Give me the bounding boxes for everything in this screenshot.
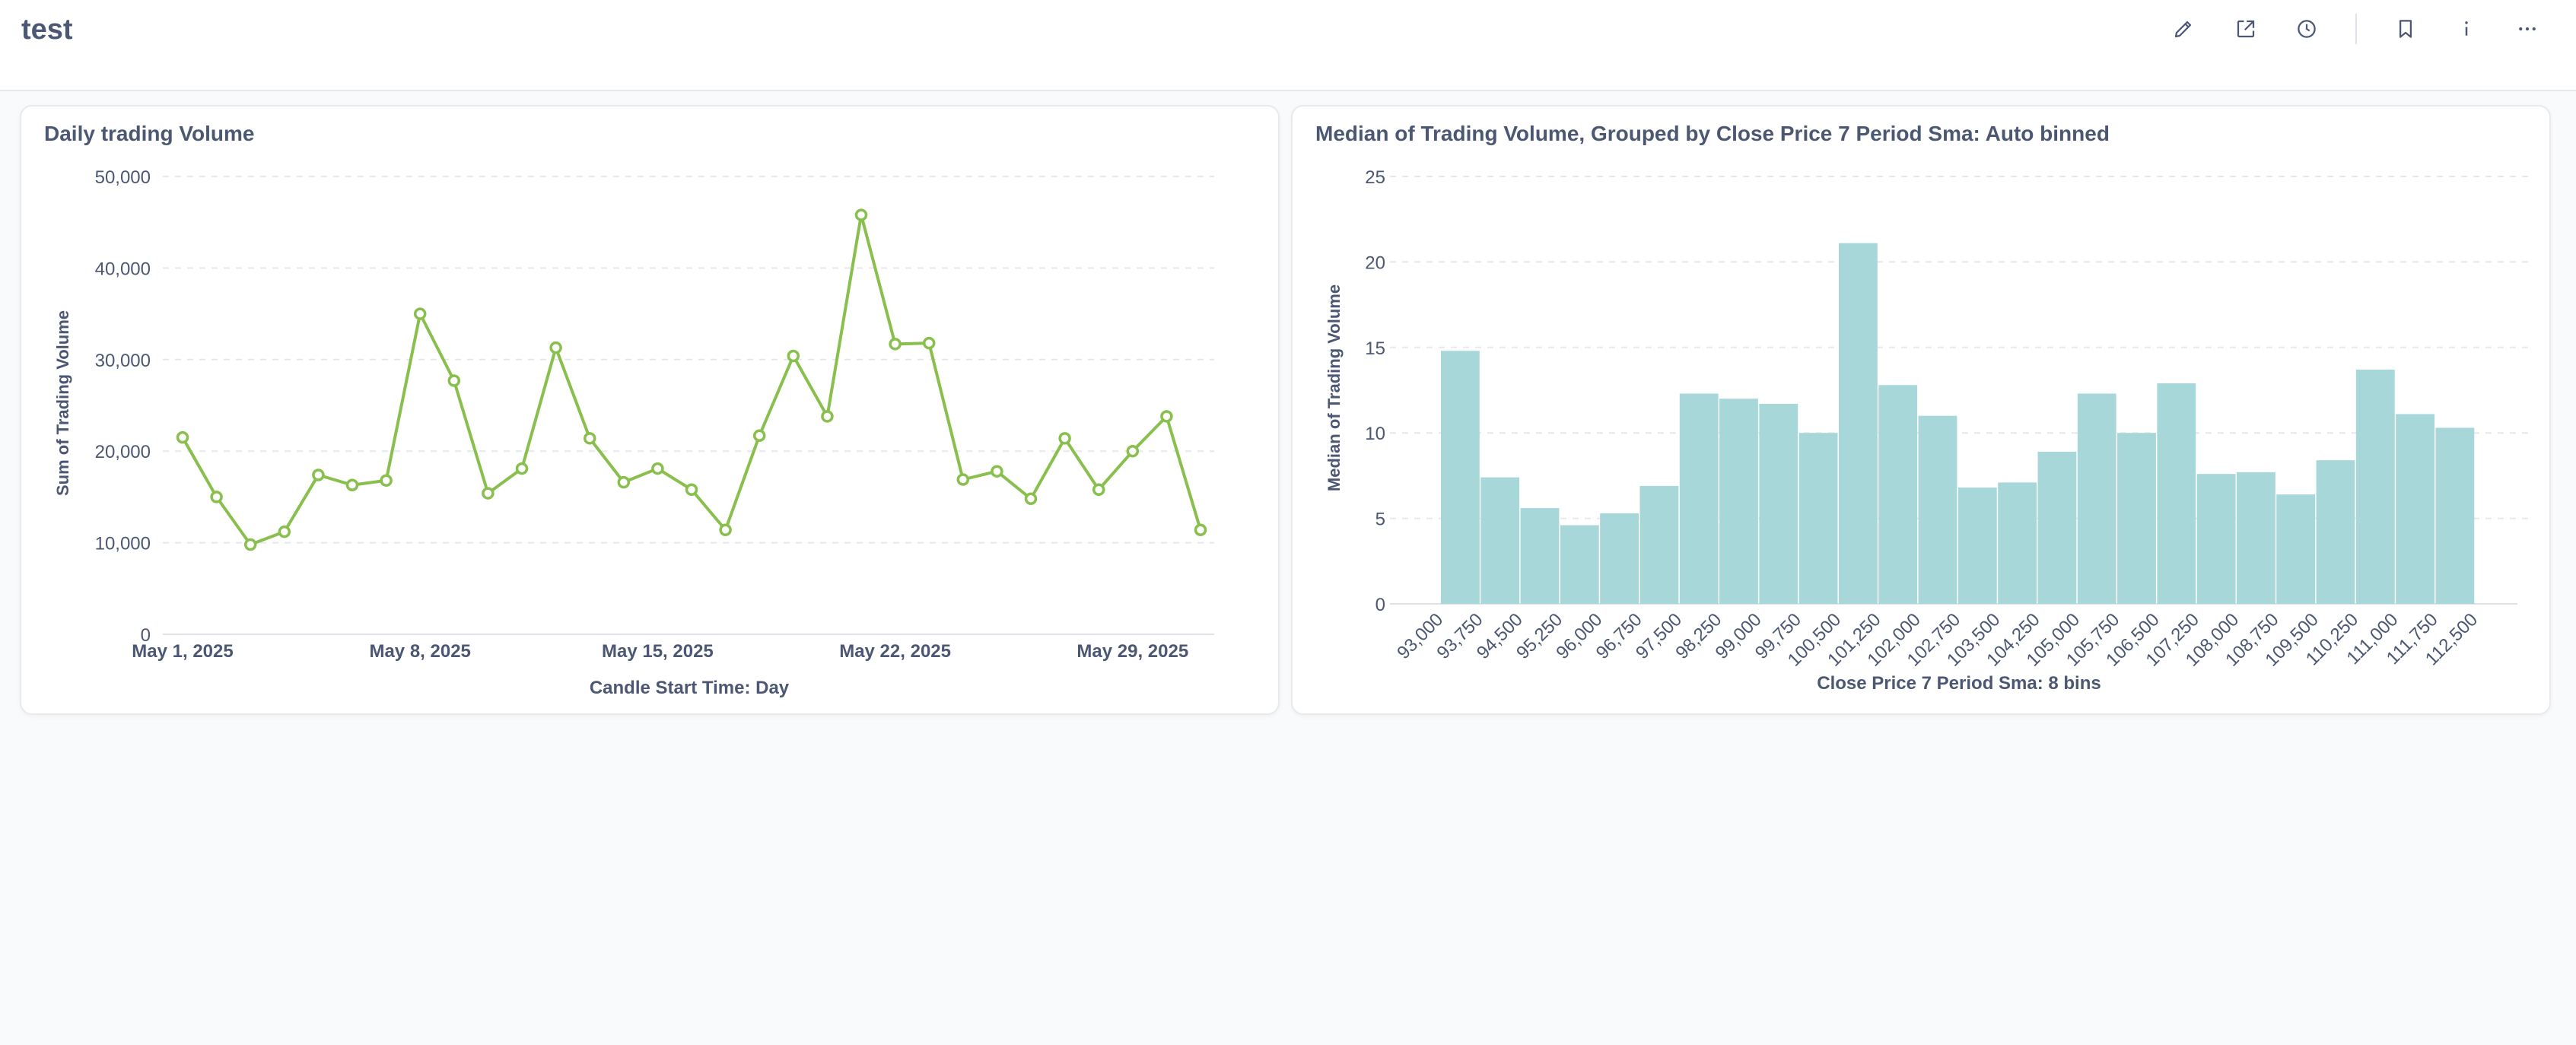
data-point xyxy=(685,483,698,497)
histogram-bar xyxy=(1918,415,1957,604)
bar-chart: 051015202593,00093,75094,50095,25096,000… xyxy=(1325,167,2531,694)
y-axis-title: Median of Trading Volume xyxy=(1325,284,1344,491)
histogram-bar xyxy=(1839,243,1878,604)
history-button[interactable] xyxy=(2285,8,2328,50)
data-point xyxy=(1092,483,1105,497)
data-point xyxy=(752,429,766,442)
histogram-bar xyxy=(1798,433,1838,604)
histogram-bar xyxy=(1679,393,1719,604)
histogram-bar xyxy=(2396,414,2434,604)
histogram-bar xyxy=(2316,460,2355,604)
histogram-bar xyxy=(1480,477,1520,604)
x-tick-label: May 29, 2025 xyxy=(1077,641,1188,662)
histogram-bar xyxy=(2196,474,2236,604)
x-tick-label: May 1, 2025 xyxy=(132,641,233,662)
data-point xyxy=(991,465,1003,478)
data-point xyxy=(278,525,291,538)
histogram-bar xyxy=(2157,383,2196,604)
y-tick-label: 0 xyxy=(1375,595,1385,615)
histogram-bar xyxy=(2037,451,2077,604)
more-icon xyxy=(2519,27,2536,31)
data-point xyxy=(583,432,596,445)
x-tick-label: May 8, 2025 xyxy=(369,641,470,662)
data-point xyxy=(482,487,495,500)
data-point xyxy=(312,469,325,481)
data-point xyxy=(617,475,631,489)
info-button[interactable] xyxy=(2445,8,2488,50)
histogram-bar xyxy=(2355,370,2395,604)
histogram-bar xyxy=(1520,508,1560,604)
data-point xyxy=(956,473,970,486)
histogram-bar xyxy=(1639,485,1679,604)
line-chart: 010,00020,00030,00040,00050,000May 1, 20… xyxy=(53,167,1214,698)
histogram-bar xyxy=(1441,351,1480,604)
data-point xyxy=(854,208,868,221)
clock-icon xyxy=(2298,20,2316,38)
y-tick-label: 30,000 xyxy=(95,351,151,371)
histogram-bar xyxy=(1878,385,1918,604)
data-point xyxy=(719,523,732,536)
data-point xyxy=(1194,523,1207,536)
x-axis-title: Close Price 7 Period Sma: 8 bins xyxy=(1817,673,2101,694)
data-point xyxy=(345,478,359,491)
histogram-bar xyxy=(1998,482,2037,604)
data-point xyxy=(447,374,461,387)
data-point xyxy=(1024,492,1038,506)
histogram-bar xyxy=(2117,433,2156,604)
y-tick-label: 20,000 xyxy=(95,442,151,462)
y-tick-label: 5 xyxy=(1375,510,1385,530)
histogram-bar xyxy=(1560,525,1599,604)
data-point xyxy=(821,410,834,423)
data-point xyxy=(176,430,189,444)
y-tick-label: 10,000 xyxy=(95,534,151,554)
histogram-bar xyxy=(1600,513,1639,604)
share-button[interactable] xyxy=(2225,8,2267,50)
pencil-icon xyxy=(2174,21,2192,38)
data-point xyxy=(1058,432,1071,445)
dashboard-title: test xyxy=(21,14,73,46)
bookmark-icon xyxy=(2399,20,2412,38)
line-chart-card: Daily trading Volume 0 10,000 20,000 30,000… xyxy=(20,105,1280,715)
info-icon xyxy=(2465,21,2468,36)
y-tick-label: 50,000 xyxy=(95,167,151,188)
x-tick-label: May 22, 2025 xyxy=(839,641,951,662)
data-point xyxy=(515,462,529,475)
y-axis-title: Sum of Trading Volume xyxy=(53,310,72,496)
data-point xyxy=(210,491,223,503)
data-point xyxy=(380,474,393,487)
data-point xyxy=(889,338,902,351)
more-button[interactable] xyxy=(2506,8,2549,50)
data-point xyxy=(549,341,562,354)
histogram-bar xyxy=(2435,427,2475,604)
bookmark-button[interactable] xyxy=(2384,8,2427,50)
edit-button[interactable] xyxy=(2162,8,2205,50)
data-point xyxy=(787,349,800,363)
histogram-bar xyxy=(2077,393,2116,604)
data-point xyxy=(651,462,664,475)
y-tick-label: 25 xyxy=(1365,167,1385,188)
dashboard-header: test xyxy=(0,0,2576,91)
histogram-bar xyxy=(1957,488,1997,604)
share-icon xyxy=(2237,20,2255,38)
y-tick-label: 10 xyxy=(1365,424,1385,444)
data-point xyxy=(243,538,257,551)
toolbar-divider xyxy=(2355,14,2357,44)
histogram-bar xyxy=(2276,494,2316,604)
x-axis-title: Candle Start Time: Day xyxy=(590,678,790,698)
data-point xyxy=(413,307,427,320)
bar-chart-card: Median of Trading Volume, Grouped by Clo… xyxy=(1291,105,2551,715)
data-point xyxy=(922,336,936,350)
x-tick-label: May 15, 2025 xyxy=(602,641,714,662)
histogram-bar xyxy=(2237,472,2275,604)
y-tick-label: 40,000 xyxy=(95,259,151,279)
data-point xyxy=(1160,410,1173,423)
y-tick-label: 20 xyxy=(1365,253,1385,273)
y-tick-label: 15 xyxy=(1365,338,1385,359)
histogram-bar xyxy=(1759,403,1798,604)
histogram-bar xyxy=(1719,399,1758,604)
data-point xyxy=(1126,444,1140,458)
